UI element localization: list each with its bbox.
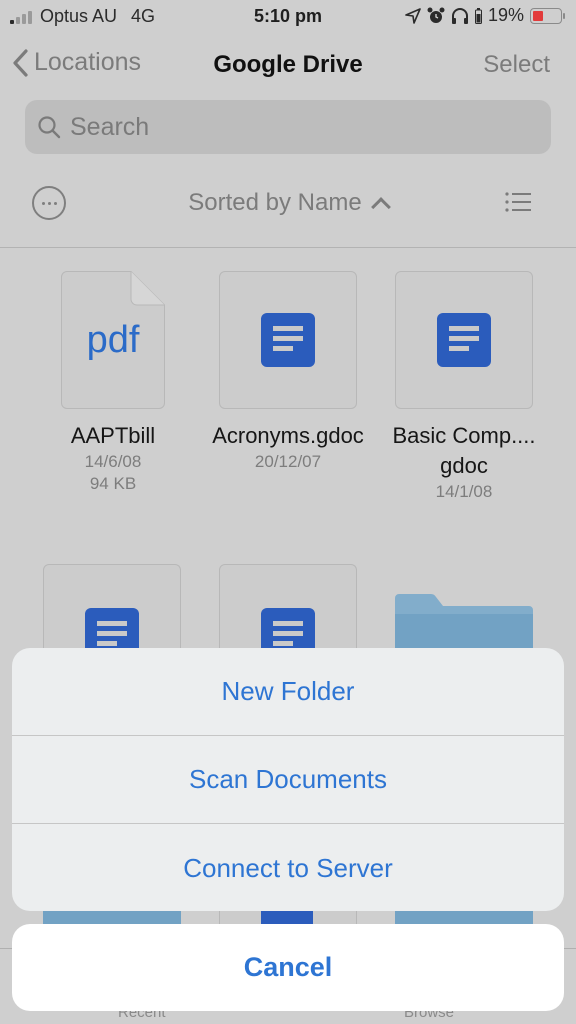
google-docs-icon	[437, 313, 491, 367]
file-item[interactable]: Acronyms.gdoc 20/12/07	[208, 271, 368, 473]
search-input[interactable]	[70, 112, 530, 142]
select-button[interactable]: Select	[483, 51, 550, 79]
gdoc-thumbnail	[219, 271, 357, 409]
search-bar[interactable]	[25, 100, 551, 154]
file-name: Acronyms.gdoc	[212, 423, 364, 448]
headphones-icon	[451, 7, 468, 24]
file-thumbnail-peek	[395, 911, 533, 925]
gdoc-thumbnail	[395, 271, 533, 409]
location-arrow-icon	[405, 7, 421, 24]
navigation-bar: Locations Google Drive Select	[0, 40, 576, 90]
headphone-battery-icon	[474, 7, 482, 24]
cancel-button[interactable]: Cancel	[12, 924, 564, 1011]
file-date: 20/12/07	[254, 452, 322, 471]
file-name: AAPTbill	[70, 423, 156, 448]
toolbar-divider	[0, 247, 576, 248]
sort-button[interactable]: Sorted by Name	[0, 189, 576, 217]
alarm-icon	[427, 7, 445, 23]
browse-toolbar: Sorted by Name	[0, 180, 576, 228]
status-bar: Optus AU 4G 5:10 pm 19%	[0, 0, 576, 34]
list-view-icon[interactable]	[504, 190, 532, 214]
battery-percent: 19%	[487, 5, 524, 25]
file-date: 14/6/08	[84, 452, 142, 471]
chevron-up-icon	[370, 197, 391, 217]
file-size: 94 KB	[89, 474, 137, 493]
search-icon	[38, 116, 61, 139]
connect-to-server-button[interactable]: Connect to Server	[12, 824, 564, 911]
pdf-label: pdf	[86, 319, 140, 361]
battery-icon	[530, 7, 565, 24]
file-item[interactable]: pdf AAPTbill 14/6/08 94 KB	[33, 271, 193, 495]
google-docs-icon	[261, 313, 315, 367]
file-thumbnail-peek	[261, 911, 313, 925]
pdf-thumbnail: pdf	[61, 271, 165, 409]
scan-documents-button[interactable]: Scan Documents	[12, 736, 564, 824]
new-folder-button[interactable]: New Folder	[12, 648, 564, 736]
action-sheet: New Folder Scan Documents Connect to Ser…	[12, 648, 564, 911]
battery-level	[533, 10, 543, 21]
file-date: 14/1/08	[435, 482, 493, 501]
folder-icon[interactable]	[395, 594, 533, 654]
file-item[interactable]: Basic Comp....gdoc 14/1/08	[384, 271, 544, 503]
sort-label: Sorted by Name	[188, 189, 362, 216]
file-name: Basic Comp....gdoc	[392, 423, 536, 478]
file-thumbnail-peek	[43, 911, 181, 925]
